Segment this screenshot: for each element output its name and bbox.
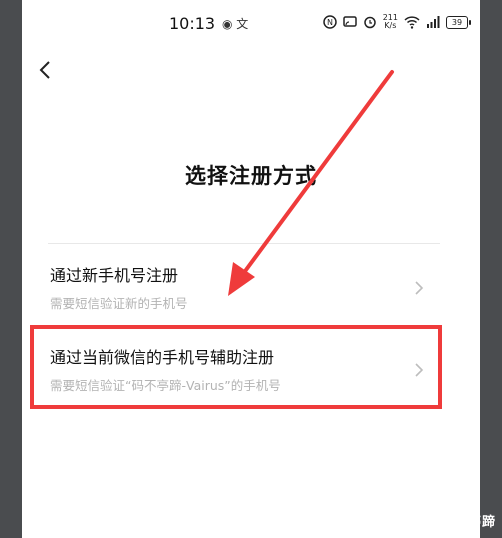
phone-screen: 10:13 ◉ 文 N 211 K/s 39 选择注册方式 通过新手机号注册 需… bbox=[22, 0, 480, 538]
option-subtitle: 需要短信验证新的手机号 bbox=[50, 296, 188, 311]
nfc-icon: N bbox=[322, 15, 337, 29]
option-new-phone[interactable]: 通过新手机号注册 需要短信验证新的手机号 bbox=[22, 262, 480, 332]
highlight-box bbox=[30, 325, 442, 409]
chevron-left-icon bbox=[39, 61, 50, 79]
status-right-icons: N 211 K/s 39 bbox=[322, 14, 471, 30]
back-button[interactable] bbox=[34, 56, 58, 86]
screen-cast-icon bbox=[342, 16, 357, 27]
svg-text:N: N bbox=[327, 18, 333, 27]
network-speed: 211 K/s bbox=[383, 14, 398, 30]
signal-icon bbox=[427, 16, 440, 28]
status-bar: 10:13 ◉ 文 N 211 K/s 39 bbox=[22, 0, 480, 48]
watermark: 码不亭蹄 bbox=[439, 515, 496, 530]
page-title: 选择注册方式 bbox=[185, 164, 317, 188]
divider bbox=[48, 243, 440, 244]
status-time: 10:13 bbox=[169, 14, 216, 33]
network-speed-unit: K/s bbox=[384, 21, 397, 30]
notification-icons: ◉ 文 bbox=[222, 17, 249, 31]
battery-icon: 39 bbox=[446, 15, 471, 29]
alarm-icon bbox=[363, 16, 376, 29]
option-title: 通过新手机号注册 bbox=[50, 266, 179, 285]
chevron-right-icon bbox=[415, 281, 424, 295]
wifi-icon bbox=[404, 15, 420, 29]
